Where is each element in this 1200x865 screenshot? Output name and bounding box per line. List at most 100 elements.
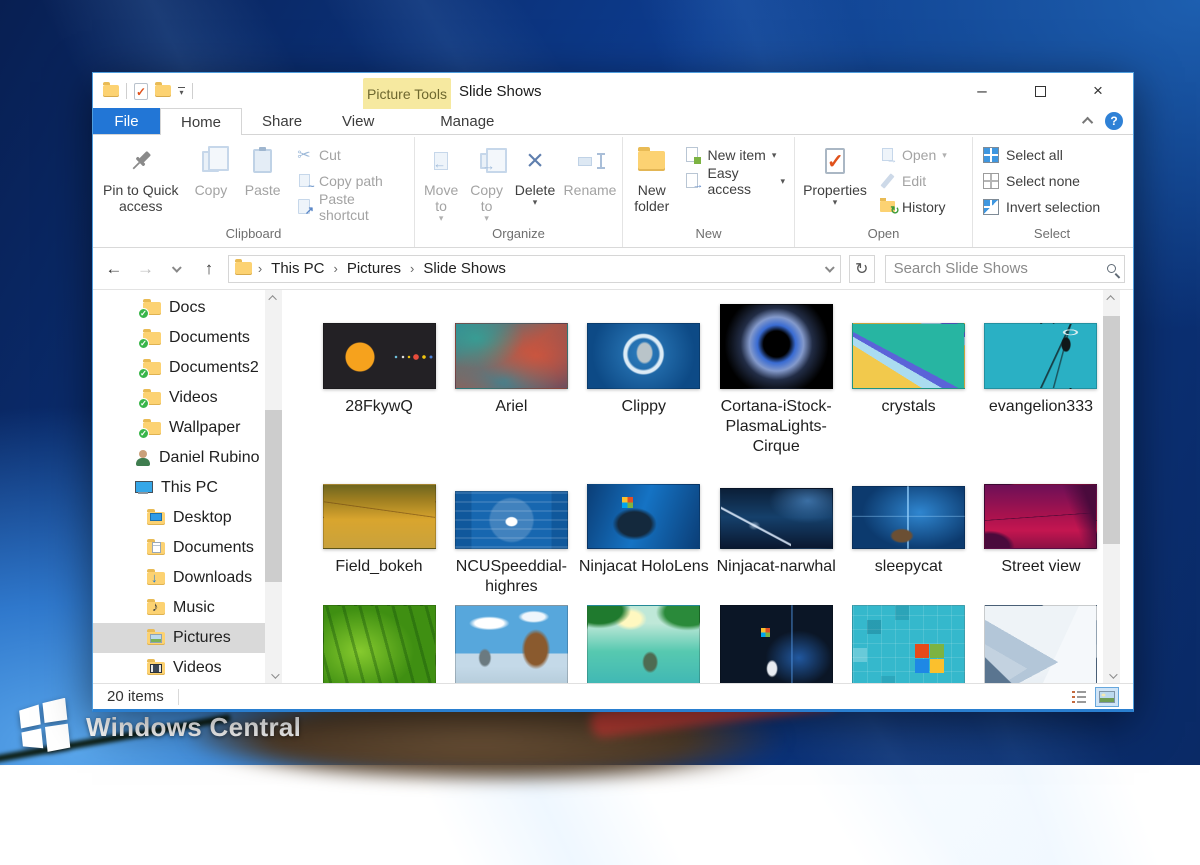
paste-shortcut-button[interactable]: ↗ Paste shortcut bbox=[295, 195, 405, 218]
breadcrumb-chevron[interactable]: › bbox=[256, 261, 264, 276]
scroll-up-button[interactable] bbox=[265, 290, 282, 305]
sidebar-item-videos-pc[interactable]: Videos bbox=[93, 653, 265, 683]
open-button[interactable]: → Open ▾ bbox=[878, 143, 947, 166]
sidebar-item-pictures[interactable]: Pictures bbox=[93, 623, 265, 653]
sidebar-item-videos-onedrive[interactable]: ✓ Videos bbox=[93, 383, 265, 413]
file-item[interactable] bbox=[711, 605, 841, 683]
qat-new-folder-button[interactable] bbox=[155, 85, 171, 97]
file-item[interactable]: 28FkywQ bbox=[314, 303, 444, 457]
breadcrumb-chevron[interactable]: › bbox=[408, 261, 416, 276]
file-item[interactable]: crystals bbox=[844, 303, 974, 457]
breadcrumb-pictures[interactable]: Pictures bbox=[344, 260, 404, 277]
file-item[interactable]: Field_bokeh bbox=[314, 484, 444, 597]
details-view-button[interactable] bbox=[1067, 687, 1091, 707]
file-item[interactable]: sleepycat bbox=[844, 484, 974, 597]
file-item[interactable]: NCUSpeeddial-highres bbox=[446, 484, 576, 597]
move-to-button[interactable]: ← Move to ▾ bbox=[418, 139, 464, 222]
edit-button[interactable]: Edit bbox=[878, 169, 947, 192]
organize-group: ← Move to ▾ → Copy to ▾ × Delete ▾ bbox=[415, 137, 623, 247]
file-item[interactable] bbox=[314, 605, 444, 683]
breadcrumb-chevron[interactable]: › bbox=[332, 261, 340, 276]
explorer-window: ✓ ▾ Picture Tools Slide Shows – × File H… bbox=[92, 72, 1134, 712]
search-input[interactable] bbox=[894, 260, 1107, 277]
sidebar-item-documents[interactable]: ✓ Documents bbox=[93, 323, 265, 353]
file-item[interactable]: Street view bbox=[976, 484, 1103, 597]
search-icon[interactable] bbox=[1107, 264, 1116, 273]
scrollbar-thumb[interactable] bbox=[265, 410, 282, 582]
breadcrumb-this-pc[interactable]: This PC bbox=[268, 260, 327, 277]
file-item[interactable]: Cortana-iStock-PlasmaLights-Cirque bbox=[711, 303, 841, 457]
file-item[interactable] bbox=[976, 605, 1103, 683]
sidebar-item-docs[interactable]: ✓ Docs bbox=[93, 293, 265, 323]
thumbnail-view-button[interactable] bbox=[1095, 687, 1119, 707]
easy-access-button[interactable]: → Easy access ▾ bbox=[683, 169, 785, 192]
sidebar-scrollbar[interactable] bbox=[265, 290, 282, 683]
history-button[interactable]: ↻ History bbox=[878, 195, 947, 218]
sidebar-item-documents2[interactable]: ✓ Documents2 bbox=[93, 353, 265, 383]
window-title: Slide Shows bbox=[459, 73, 542, 109]
help-button[interactable]: ? bbox=[1105, 112, 1123, 130]
minimize-button[interactable]: – bbox=[953, 73, 1011, 109]
sidebar-item-user-profile[interactable]: Daniel Rubino bbox=[93, 443, 265, 473]
file-item[interactable]: Ariel bbox=[446, 303, 576, 457]
file-item[interactable] bbox=[446, 605, 576, 683]
title-bar[interactable]: ✓ ▾ Picture Tools Slide Shows – × bbox=[93, 73, 1133, 109]
tab-share[interactable]: Share bbox=[242, 108, 322, 134]
qat-properties-button[interactable]: ✓ bbox=[134, 83, 148, 100]
refresh-button[interactable]: ↻ bbox=[849, 255, 875, 283]
close-button[interactable]: × bbox=[1069, 73, 1127, 109]
divider bbox=[126, 83, 127, 99]
select-none-button[interactable]: Select none bbox=[982, 169, 1100, 192]
sidebar-item-music[interactable]: ♪ Music bbox=[93, 593, 265, 623]
sidebar-item-downloads[interactable]: ↓ Downloads bbox=[93, 563, 265, 593]
main-scrollbar[interactable] bbox=[1103, 290, 1120, 683]
breadcrumb-slide-shows[interactable]: Slide Shows bbox=[420, 260, 509, 277]
chevron-down-icon bbox=[172, 263, 182, 273]
copy-path-button[interactable]: ~ Copy path bbox=[295, 169, 405, 192]
paste-button[interactable]: Paste bbox=[236, 139, 289, 198]
sidebar-item-desktop[interactable]: Desktop bbox=[93, 503, 265, 533]
forward-button[interactable]: → bbox=[133, 256, 159, 282]
back-button[interactable]: ← bbox=[101, 256, 127, 282]
address-dropdown-icon[interactable] bbox=[825, 263, 835, 273]
file-item[interactable]: Ninjacat HoloLens bbox=[579, 484, 709, 597]
properties-button[interactable]: ✓ Properties ▾ bbox=[798, 139, 872, 206]
file-name: sleepycat bbox=[875, 557, 943, 577]
copy-button[interactable]: Copy bbox=[186, 139, 237, 198]
file-item[interactable] bbox=[844, 605, 974, 683]
new-item-button[interactable]: New item ▾ bbox=[683, 143, 785, 166]
computer-icon bbox=[135, 481, 153, 496]
rename-button[interactable]: Rename bbox=[561, 139, 619, 198]
address-box[interactable]: › This PC › Pictures › Slide Shows bbox=[228, 255, 841, 283]
pin-to-quick-access-button[interactable]: Pin to Quick access bbox=[96, 139, 186, 214]
scroll-up-button[interactable] bbox=[1103, 290, 1120, 305]
scrollbar-thumb[interactable] bbox=[1103, 316, 1120, 544]
qat-customize-button[interactable]: ▾ bbox=[178, 87, 185, 95]
maximize-button[interactable] bbox=[1011, 73, 1069, 109]
recent-locations-button[interactable] bbox=[164, 256, 190, 282]
select-all-button[interactable]: Select all bbox=[982, 143, 1100, 166]
tab-view[interactable]: View bbox=[322, 108, 394, 134]
cut-button[interactable]: ✂ Cut bbox=[295, 143, 405, 166]
history-icon: ↻ bbox=[878, 198, 896, 216]
search-box[interactable] bbox=[885, 255, 1125, 283]
file-item[interactable]: Ninjacat-narwhal bbox=[711, 484, 841, 597]
collapse-ribbon-icon[interactable] bbox=[1082, 117, 1093, 128]
file-item[interactable] bbox=[579, 605, 709, 683]
sidebar-item-this-pc[interactable]: This PC bbox=[93, 473, 265, 503]
sidebar-item-label: Pictures bbox=[173, 629, 231, 647]
sidebar-item-wallpaper[interactable]: ✓ Wallpaper bbox=[93, 413, 265, 443]
tab-home[interactable]: Home bbox=[160, 108, 242, 135]
up-button[interactable]: ↑ bbox=[196, 256, 222, 282]
file-item[interactable]: evangelion333 bbox=[976, 303, 1103, 457]
tab-manage[interactable]: Manage bbox=[422, 108, 512, 134]
scroll-down-button[interactable] bbox=[1103, 668, 1120, 683]
sidebar-item-documents-pc[interactable]: Documents bbox=[93, 533, 265, 563]
new-folder-button[interactable]: New folder bbox=[626, 139, 677, 214]
file-item[interactable]: Clippy bbox=[579, 303, 709, 457]
invert-selection-button[interactable]: Invert selection bbox=[982, 195, 1100, 218]
tab-file[interactable]: File bbox=[93, 108, 160, 134]
delete-button[interactable]: × Delete ▾ bbox=[509, 139, 561, 206]
copy-to-button[interactable]: → Copy to ▾ bbox=[464, 139, 509, 222]
scroll-down-button[interactable] bbox=[265, 668, 282, 683]
